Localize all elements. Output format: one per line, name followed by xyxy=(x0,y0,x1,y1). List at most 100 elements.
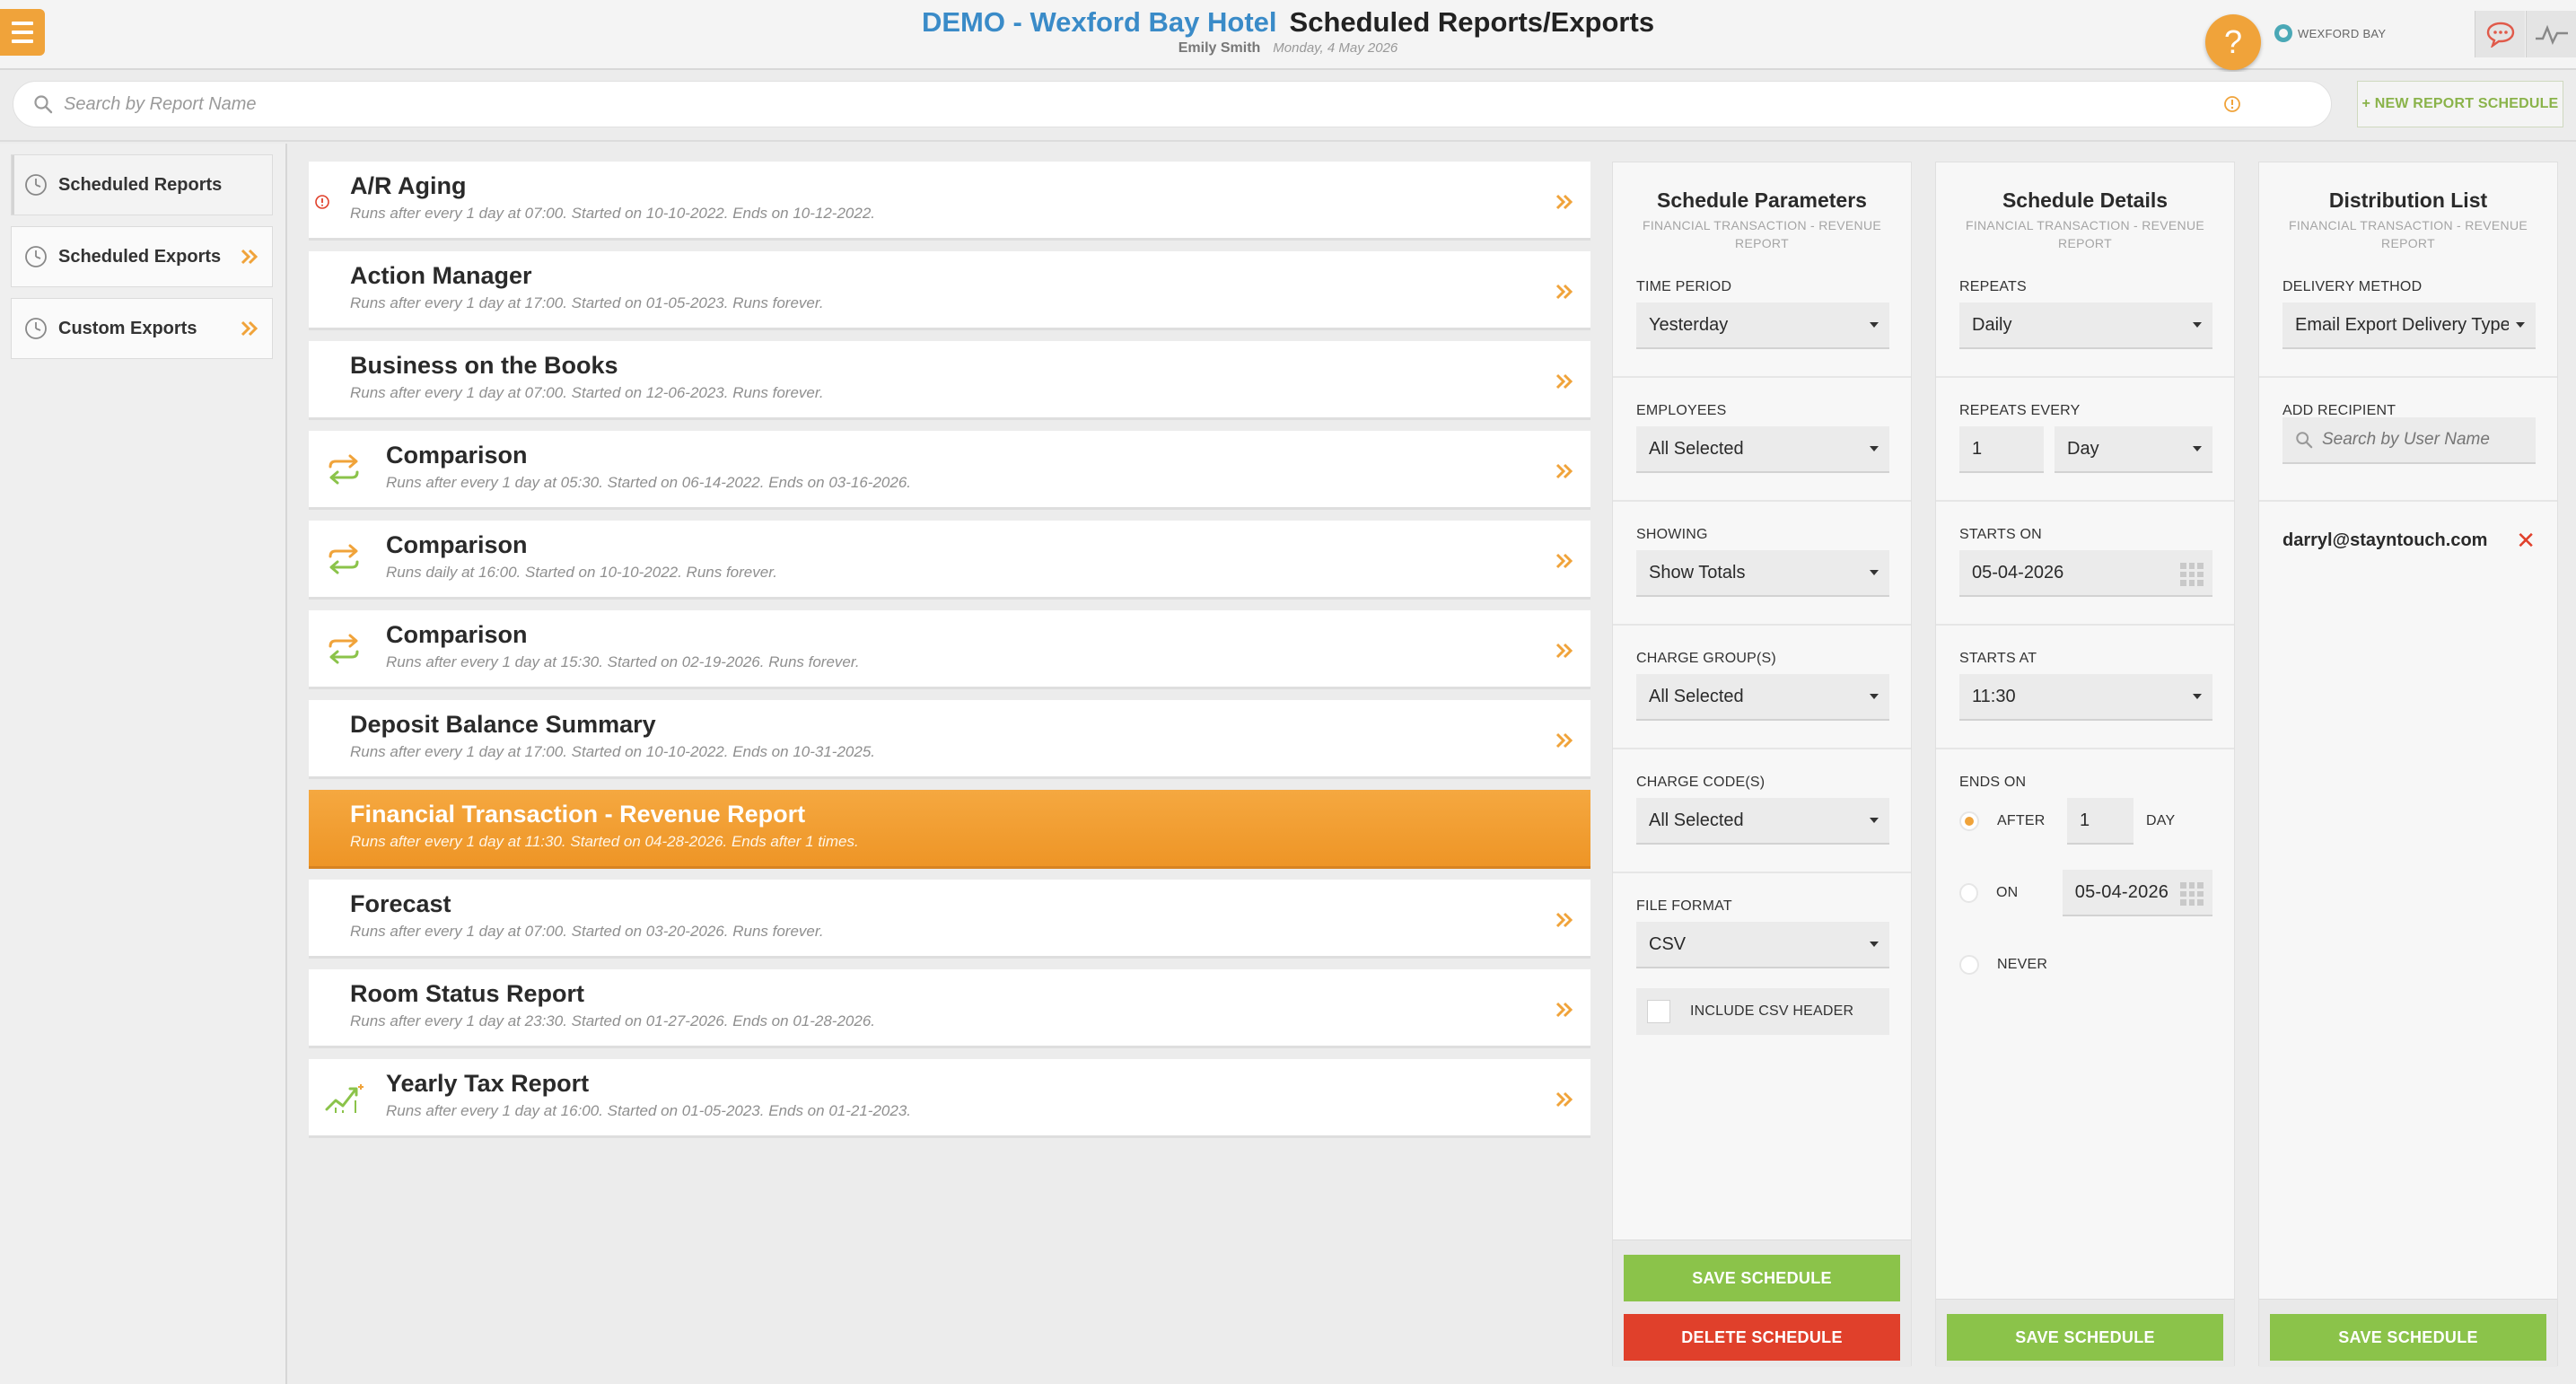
report-name: Yearly Tax Report xyxy=(386,1070,590,1097)
report-row[interactable]: Comparison Runs after every 1 day at 15:… xyxy=(309,610,1590,689)
report-row-selected[interactable]: Financial Transaction - Revenue Report R… xyxy=(309,790,1590,869)
file-format-field: FILE FORMAT CSV xyxy=(1636,898,1889,968)
include-csv-header-checkbox[interactable]: INCLUDE CSV HEADER xyxy=(1636,988,1889,1035)
sidebar: Scheduled Reports Scheduled Exports Cust… xyxy=(0,144,287,1384)
brand-label: WEXFORD BAY xyxy=(2298,26,2387,40)
page-title: Scheduled Reports/Exports xyxy=(1289,6,1655,38)
schedule-details-panel: Schedule Details FINANCIAL TRANSACTION -… xyxy=(1935,162,2235,1367)
report-row[interactable]: Comparison Runs daily at 16:00. Started … xyxy=(309,521,1590,600)
report-schedule-desc: Runs after every 1 day at 07:00. Started… xyxy=(350,923,824,940)
clock-icon xyxy=(25,174,47,196)
starts-at-field: STARTS AT 11:30 xyxy=(1959,651,2212,721)
double-chevron-right-icon xyxy=(241,249,258,265)
ends-never-option[interactable]: NEVER xyxy=(1959,942,2212,988)
calendar-icon[interactable] xyxy=(2180,563,2204,586)
double-chevron-right-icon xyxy=(1555,732,1573,749)
time-period-select[interactable]: Yesterday xyxy=(1636,302,1889,349)
ends-on-option[interactable]: ON 05-04-2026 xyxy=(1959,870,2212,916)
save-schedule-button[interactable]: SAVE SCHEDULE xyxy=(2270,1314,2546,1361)
new-report-schedule-button[interactable]: + NEW REPORT SCHEDULE xyxy=(2357,81,2563,127)
recipient-email: darryl@stayntouch.com xyxy=(2282,530,2488,550)
menu-icon[interactable] xyxy=(0,9,45,56)
panel-subtitle: FINANCIAL TRANSACTION - REVENUE REPORT xyxy=(2288,218,2528,250)
charge-codes-select[interactable]: All Selected xyxy=(1636,798,1889,845)
report-schedule-desc: Runs after every 1 day at 05:30. Started… xyxy=(386,474,911,491)
starts-on-date-input[interactable]: 05-04-2026 xyxy=(1959,550,2212,597)
repeats-field: REPEATS Daily xyxy=(1959,279,2212,349)
delete-schedule-button[interactable]: DELETE SCHEDULE xyxy=(1624,1314,1900,1361)
report-search[interactable] xyxy=(13,81,2332,127)
compare-icon xyxy=(329,454,359,485)
radio-never[interactable] xyxy=(1959,955,1979,975)
file-format-select[interactable]: CSV xyxy=(1636,922,1889,968)
repeats-every-number-input[interactable]: 1 xyxy=(1959,426,2044,473)
chat-button[interactable] xyxy=(2475,11,2525,57)
repeats-every-unit-select[interactable]: Day xyxy=(2055,426,2212,473)
report-row[interactable]: Room Status Report Runs after every 1 da… xyxy=(309,969,1590,1048)
help-icon[interactable]: ? xyxy=(2205,14,2261,70)
date-value: 05-04-2026 xyxy=(1972,562,2064,583)
info-icon[interactable] xyxy=(2223,95,2241,113)
ends-after-count-input[interactable]: 1 xyxy=(2067,798,2134,845)
divider xyxy=(2259,376,2557,378)
select-value: All Selected xyxy=(1649,686,1744,706)
report-schedule-desc: Runs after every 1 day at 16:00. Started… xyxy=(386,1102,911,1119)
ends-on-date-input[interactable]: 05-04-2026 xyxy=(2062,870,2212,916)
showing-select[interactable]: Show Totals xyxy=(1636,550,1889,597)
report-schedule-desc: Runs daily at 16:00. Started on 10-10-20… xyxy=(386,564,777,581)
remove-recipient-icon[interactable]: ✕ xyxy=(2516,529,2536,552)
sidebar-item-label: Custom Exports xyxy=(58,318,197,338)
sidebar-item-custom-exports[interactable]: Custom Exports xyxy=(11,298,273,359)
employees-select[interactable]: All Selected xyxy=(1636,426,1889,473)
recipient-search[interactable] xyxy=(2282,417,2536,464)
search-bar-row: + NEW REPORT SCHEDULE xyxy=(0,72,2576,142)
calendar-icon[interactable] xyxy=(2179,882,2204,906)
starts-at-select[interactable]: 11:30 xyxy=(1959,674,2212,721)
double-chevron-right-icon xyxy=(1555,463,1573,479)
save-schedule-button[interactable]: SAVE SCHEDULE xyxy=(1947,1314,2223,1361)
panel-subtitle: FINANCIAL TRANSACTION - REVENUE REPORT xyxy=(1965,218,2204,250)
report-row[interactable]: Action Manager Runs after every 1 day at… xyxy=(309,251,1590,330)
delivery-method-select[interactable]: Email Export Delivery Type xyxy=(2282,302,2536,349)
charge-codes-field: CHARGE CODE(S) All Selected xyxy=(1636,775,1889,845)
brand-logo: WEXFORD BAY xyxy=(2274,23,2386,43)
report-name: Comparison xyxy=(386,531,528,558)
report-row[interactable]: Deposit Balance Summary Runs after every… xyxy=(309,700,1590,779)
caret-down-icon xyxy=(1870,942,1879,947)
ends-after-option[interactable]: AFTER 1 DAY xyxy=(1959,798,2212,845)
report-name: Action Manager xyxy=(350,262,532,289)
field-label: FILE FORMAT xyxy=(1636,898,1732,914)
radio-label: ON xyxy=(1996,885,2019,900)
report-name: Forecast xyxy=(350,890,451,917)
ends-after-unit: DAY xyxy=(2146,813,2176,828)
field-label: STARTS ON xyxy=(1959,527,2042,542)
schedule-parameters-panel: Schedule Parameters FINANCIAL TRANSACTIO… xyxy=(1612,162,1912,1367)
hotel-name: DEMO - Wexford Bay Hotel xyxy=(921,6,1277,38)
sidebar-item-scheduled-reports[interactable]: Scheduled Reports xyxy=(11,154,273,215)
search-icon xyxy=(2296,432,2313,449)
brand-logo-icon xyxy=(2274,24,2292,42)
select-value: Daily xyxy=(1972,314,2012,335)
save-schedule-button[interactable]: SAVE SCHEDULE xyxy=(1624,1255,1900,1301)
activity-button[interactable] xyxy=(2526,11,2576,57)
sidebar-item-scheduled-exports[interactable]: Scheduled Exports xyxy=(11,226,273,287)
repeats-select[interactable]: Daily xyxy=(1959,302,2212,349)
divider xyxy=(1613,624,1911,626)
report-row[interactable]: A/R Aging Runs after every 1 day at 07:0… xyxy=(309,162,1590,241)
report-row[interactable]: Forecast Runs after every 1 day at 07:00… xyxy=(309,880,1590,959)
double-chevron-right-icon xyxy=(1555,643,1573,659)
employees-field: EMPLOYEES All Selected xyxy=(1636,403,1889,473)
recipient-search-input[interactable] xyxy=(2322,430,2519,450)
checkbox-box[interactable] xyxy=(1647,1000,1670,1023)
report-row[interactable]: Business on the Books Runs after every 1… xyxy=(309,341,1590,420)
report-row[interactable]: Yearly Tax Report Runs after every 1 day… xyxy=(309,1059,1590,1138)
radio-after[interactable] xyxy=(1959,811,1979,831)
charge-groups-select[interactable]: All Selected xyxy=(1636,674,1889,721)
ends-on-field: ENDS ON xyxy=(1959,775,2212,791)
radio-on[interactable] xyxy=(1959,883,1979,903)
time-period-field: TIME PERIOD Yesterday xyxy=(1636,279,1889,349)
search-input[interactable] xyxy=(64,93,2218,115)
caret-down-icon xyxy=(2193,322,2202,328)
panel-title: Schedule Details xyxy=(2002,188,2169,212)
report-row[interactable]: Comparison Runs after every 1 day at 05:… xyxy=(309,431,1590,510)
